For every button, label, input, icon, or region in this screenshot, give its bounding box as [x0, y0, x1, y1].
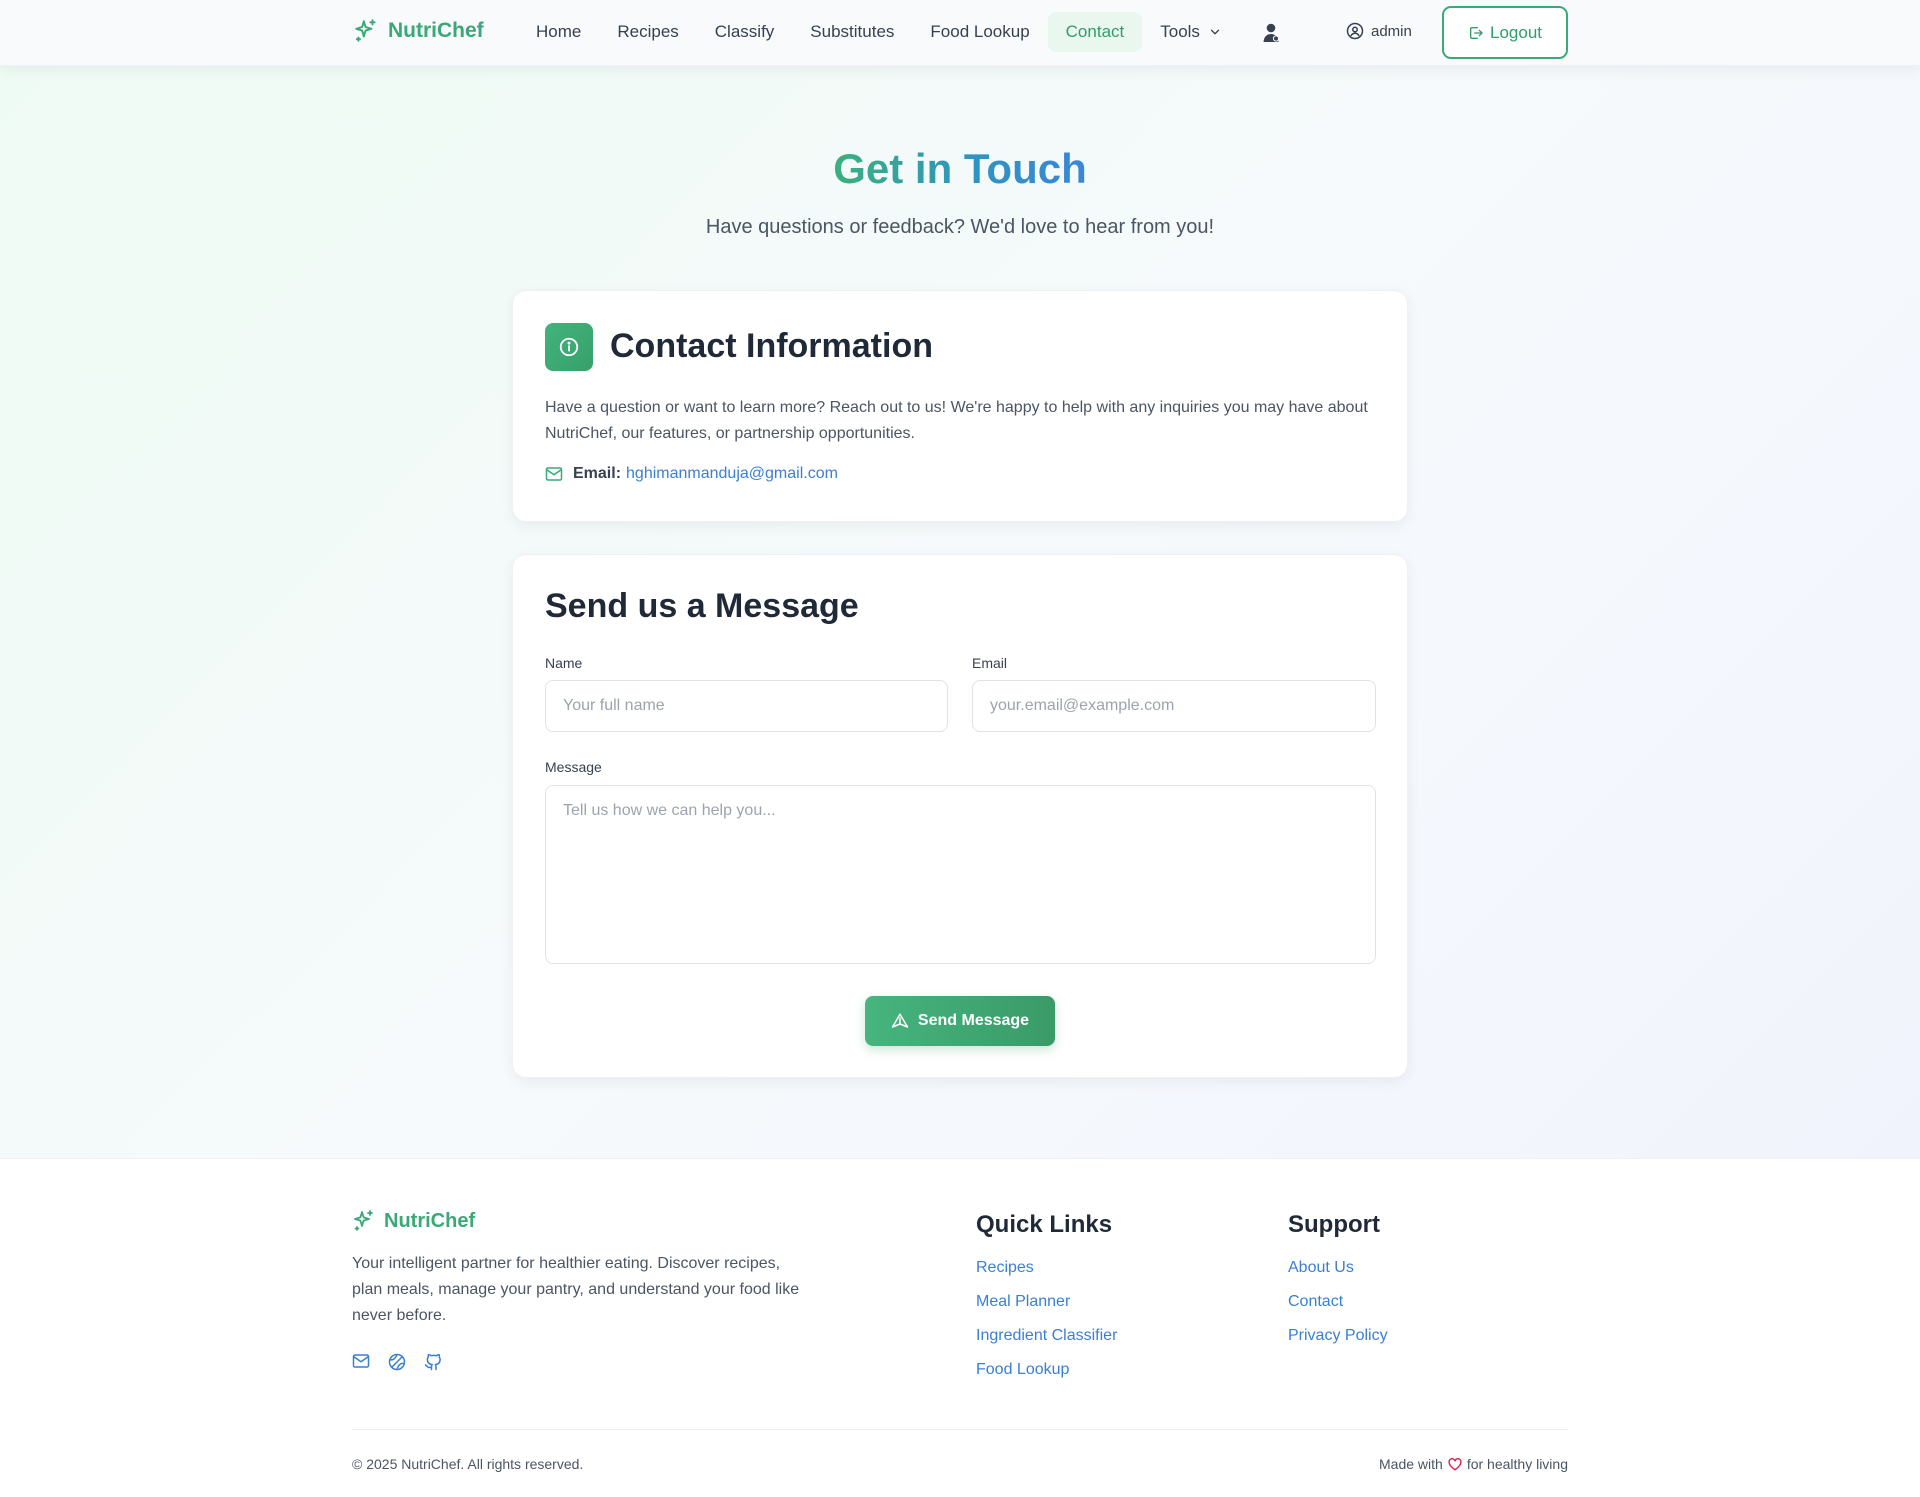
navbar-inner: NutriChef Home Recipes Classify Substitu…	[352, 0, 1568, 66]
footer-link-privacy-policy[interactable]: Privacy Policy	[1288, 1327, 1388, 1345]
quick-links-title: Quick Links	[976, 1211, 1113, 1238]
page-title-text: Get in Touch	[833, 145, 1087, 192]
made-with-prefix: Made with	[1379, 1456, 1443, 1472]
name-input[interactable]: Your full name	[545, 680, 948, 732]
email-input[interactable]: your.email@example.com	[972, 680, 1376, 732]
nav-tools-dropdown[interactable]: Tools	[1142, 12, 1240, 52]
send-message-button[interactable]: Send Message	[865, 996, 1055, 1046]
email-label: Email	[972, 655, 1008, 671]
footer-copyright: © 2025 NutriChef. All rights reserved.	[352, 1456, 584, 1472]
page-title: Get in Touch	[0, 145, 1920, 193]
heart-icon	[1448, 1457, 1462, 1471]
sparkles-icon	[352, 17, 380, 45]
footer-made-with: Made with for healthy living	[1379, 1456, 1568, 1472]
nav-food-lookup[interactable]: Food Lookup	[912, 12, 1047, 52]
contact-email-row: Email: hghimanmanduja@gmail.com	[545, 465, 838, 483]
footer-link-ingredient-classifier[interactable]: Ingredient Classifier	[976, 1327, 1117, 1345]
chevron-down-icon	[1208, 25, 1222, 39]
footer-link-contact[interactable]: Contact	[1288, 1293, 1343, 1311]
message-form-card: Send us a Message Name Your full name Em…	[512, 554, 1408, 1078]
message-form-title: Send us a Message	[545, 587, 859, 625]
user-menu[interactable]: admin	[1346, 22, 1412, 40]
footer-brand-name: NutriChef	[384, 1209, 476, 1232]
support-title: Support	[1288, 1211, 1380, 1238]
person-icon[interactable]	[1262, 22, 1284, 44]
nav-home[interactable]: Home	[518, 12, 599, 52]
page-subtitle: Have questions or feedback? We'd love to…	[705, 216, 1215, 238]
footer-divider	[352, 1429, 1568, 1430]
footer-social-links	[352, 1353, 460, 1373]
footer-description: Your intelligent partner for healthier e…	[352, 1255, 800, 1324]
github-icon[interactable]	[424, 1353, 444, 1373]
message-label: Message	[545, 759, 602, 775]
footer-link-meal-planner[interactable]: Meal Planner	[976, 1293, 1070, 1311]
username: admin	[1371, 22, 1412, 40]
send-icon	[891, 1012, 909, 1030]
nav-recipes[interactable]: Recipes	[599, 12, 696, 52]
contact-info-text: Have a question or want to learn more? R…	[545, 399, 1368, 442]
nav-tools-label: Tools	[1160, 22, 1200, 41]
mail-icon	[545, 466, 563, 482]
mail-icon[interactable]	[352, 1353, 372, 1373]
nav-links: Home Recipes Classify Substitutes Food L…	[518, 12, 1240, 52]
name-label: Name	[545, 655, 583, 671]
made-with-suffix: for healthy living	[1466, 1456, 1568, 1472]
logout-icon	[1468, 25, 1484, 41]
logout-label: Logout	[1490, 22, 1542, 42]
globe-icon[interactable]	[388, 1353, 408, 1373]
user-circle-icon	[1346, 22, 1364, 40]
brand-name: NutriChef	[388, 19, 484, 42]
contact-email-label: Email:	[573, 465, 622, 482]
contact-email-link[interactable]: hghimanmanduja@gmail.com	[626, 465, 838, 483]
contact-info-title: Contact Information	[610, 327, 933, 365]
footer: NutriChef Your intelligent partner for h…	[0, 1158, 1920, 1497]
send-message-label: Send Message	[917, 1012, 1030, 1029]
brand-logo[interactable]: NutriChef	[352, 17, 484, 45]
sparkles-icon	[352, 1209, 376, 1233]
footer-brand[interactable]: NutriChef	[352, 1209, 475, 1233]
footer-link-recipes[interactable]: Recipes	[976, 1259, 1034, 1277]
nav-classify[interactable]: Classify	[697, 12, 793, 52]
footer-link-about-us[interactable]: About Us	[1288, 1259, 1354, 1277]
nav-contact[interactable]: Contact	[1047, 12, 1143, 52]
info-icon	[545, 323, 593, 371]
nav-substitutes[interactable]: Substitutes	[792, 12, 912, 52]
top-navbar: NutriChef Home Recipes Classify Substitu…	[0, 0, 1920, 66]
footer-link-food-lookup[interactable]: Food Lookup	[976, 1361, 1069, 1379]
logout-button[interactable]: Logout	[1442, 6, 1568, 59]
contact-info-card: Contact Information Have a question or w…	[512, 290, 1408, 522]
message-textarea[interactable]: Tell us how we can help you...	[545, 785, 1376, 964]
